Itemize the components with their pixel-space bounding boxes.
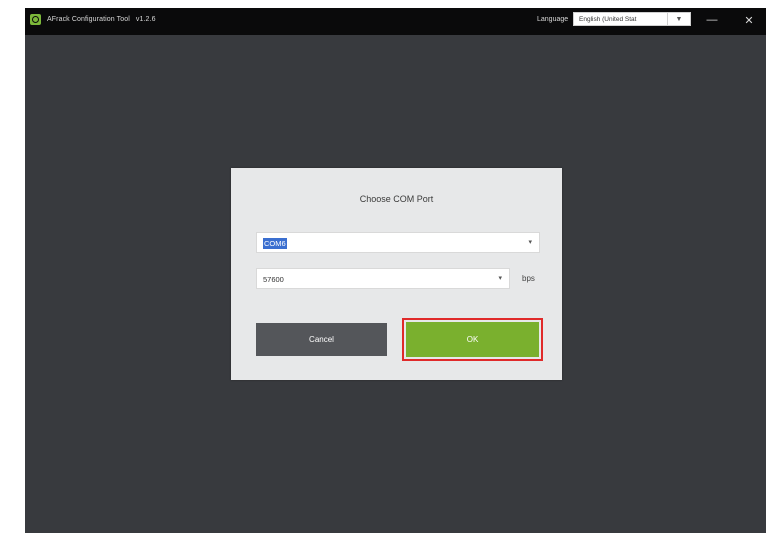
- minimize-button[interactable]: —: [700, 11, 724, 29]
- baud-unit-label: bps: [522, 274, 535, 283]
- language-select[interactable]: English (United Stat ▼: [573, 12, 691, 26]
- cancel-button[interactable]: Cancel: [256, 323, 387, 356]
- com-port-dialog: Choose COM Port COM6 ▾ 57600 ▾ bps Cance…: [231, 168, 562, 380]
- app-version: v1.2.6: [135, 16, 156, 23]
- chevron-down-icon[interactable]: ▼: [667, 13, 690, 25]
- app-window: AFrack Configuration Tool v1.2.6 Language…: [25, 8, 766, 533]
- app-title: AFrack Configuration Tool v1.2.6: [47, 16, 156, 23]
- ok-button[interactable]: OK: [406, 322, 539, 357]
- language-label: Language: [537, 16, 569, 23]
- com-port-value: COM6: [263, 238, 287, 249]
- chevron-down-icon[interactable]: ▾: [498, 274, 502, 282]
- close-button[interactable]: ✕: [737, 11, 761, 29]
- dialog-title: Choose COM Port: [359, 194, 434, 204]
- title-bar: AFrack Configuration Tool v1.2.6 Language…: [25, 8, 766, 35]
- app-title-text: AFrack Configuration Tool: [47, 16, 130, 23]
- app-logo-icon: [30, 14, 41, 25]
- minimize-icon: —: [706, 14, 718, 26]
- language-value: English (United Stat: [579, 16, 637, 23]
- close-icon: ✕: [744, 14, 754, 27]
- chevron-down-icon[interactable]: ▾: [528, 238, 532, 246]
- baud-rate-select[interactable]: 57600 ▾: [256, 268, 510, 289]
- baud-rate-value: 57600: [263, 275, 284, 284]
- com-port-select[interactable]: COM6 ▾: [256, 232, 540, 253]
